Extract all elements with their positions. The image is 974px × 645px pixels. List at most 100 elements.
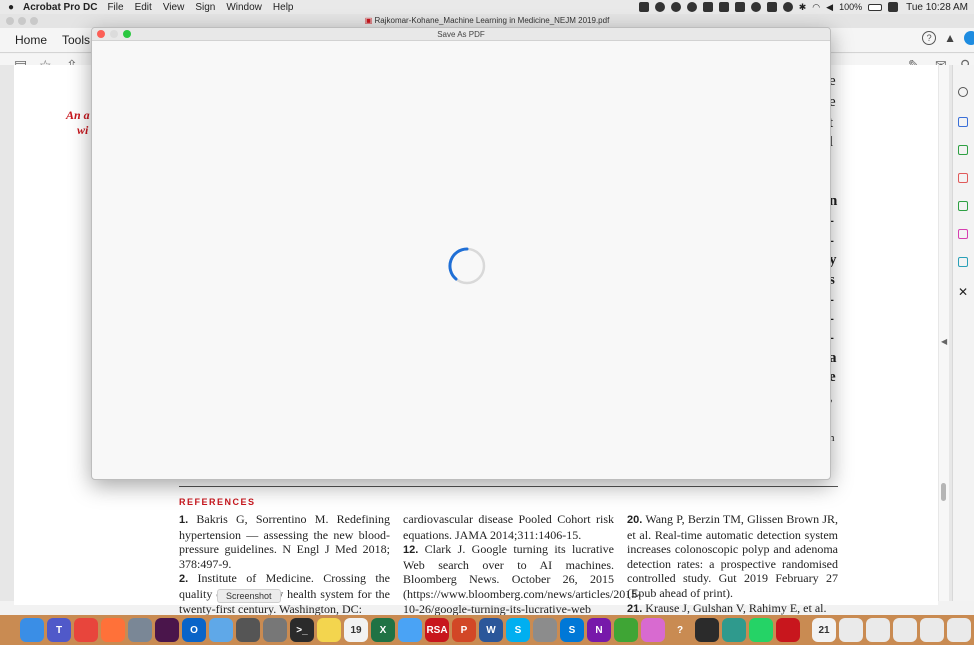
doc-thumb-1-icon[interactable] xyxy=(839,618,863,642)
right-tools-pane: ✕ ◀ xyxy=(941,65,974,601)
teams-icon[interactable]: T xyxy=(47,618,71,642)
whatsapp-icon[interactable] xyxy=(749,618,773,642)
cloud-icon[interactable] xyxy=(670,2,681,12)
launchpad-icon[interactable] xyxy=(128,618,152,642)
skype-icon[interactable]: S xyxy=(506,618,530,642)
acrobat-title-bar: ▣ Rajkomar-Kohane_Machine Learning in Me… xyxy=(0,14,974,28)
status-area: ✱ ◠ ◀ 100% Tue 10:28 AM xyxy=(638,0,968,14)
acrobat-window-controls xyxy=(6,17,38,25)
wrench-icon[interactable]: ✕ xyxy=(958,285,968,299)
minimize-button[interactable] xyxy=(18,17,26,25)
tab-home[interactable]: Home xyxy=(15,33,47,47)
menu-view[interactable]: View xyxy=(163,2,185,13)
volume-icon[interactable]: ◀ xyxy=(826,2,833,13)
reference-item: 21. Krause J, Gulshan V, Rahimy E, et al… xyxy=(627,600,827,615)
battery-icon[interactable] xyxy=(868,3,883,11)
menu-bar: ● Acrobat Pro DC File Edit View Sign Win… xyxy=(0,0,974,14)
vpn-icon[interactable] xyxy=(686,2,697,12)
notes-icon[interactable] xyxy=(317,618,341,642)
menu-edit[interactable]: Edit xyxy=(135,2,152,13)
collapse-pane-arrow-icon[interactable]: ◀ xyxy=(941,337,947,346)
slack-icon[interactable] xyxy=(155,618,179,642)
excel-icon[interactable]: X xyxy=(371,618,395,642)
grammarly-icon[interactable] xyxy=(702,2,713,12)
menu-help[interactable]: Help xyxy=(273,2,294,13)
scan-ocr-icon[interactable] xyxy=(958,257,968,267)
help-icon[interactable]: ? xyxy=(668,618,692,642)
messages-icon[interactable] xyxy=(398,618,422,642)
time-machine-icon[interactable] xyxy=(782,2,793,12)
references-heading: REFERENCES xyxy=(179,497,256,507)
vertical-scrollbar[interactable] xyxy=(939,65,949,601)
pdf-file-icon: ▣ xyxy=(364,16,373,25)
onenote-icon[interactable]: N xyxy=(587,618,611,642)
save-as-pdf-dialog: Save As PDF xyxy=(91,27,831,480)
menu-file[interactable]: File xyxy=(107,2,123,13)
activity-icon[interactable] xyxy=(614,618,638,642)
notification-bell-icon[interactable]: ▲ xyxy=(944,31,956,45)
search-spotlight-icon[interactable] xyxy=(750,2,761,12)
system-preferences-icon[interactable] xyxy=(533,618,557,642)
activity-monitor-icon[interactable] xyxy=(695,618,719,642)
menu-extra-icon[interactable] xyxy=(638,2,649,12)
shield-icon[interactable] xyxy=(654,2,665,12)
reference-item: 20. Wang P, Berzin TM, Glissen Brown JR,… xyxy=(627,512,838,600)
comment-icon[interactable] xyxy=(958,87,968,97)
mail-icon[interactable] xyxy=(209,618,233,642)
create-pdf-icon[interactable] xyxy=(958,173,968,183)
doc-thumb-4-icon[interactable] xyxy=(920,618,944,642)
chrome-icon[interactable] xyxy=(74,618,98,642)
reference-item: cardiovascular disease Pooled Cohort ris… xyxy=(403,512,614,542)
dialog-minimize-button[interactable] xyxy=(110,30,118,38)
lock-icon[interactable] xyxy=(734,2,745,12)
menu-sign[interactable]: Sign xyxy=(195,2,215,13)
doc-thumb-3-icon[interactable] xyxy=(893,618,917,642)
reference-item: 2. Institute of Medicine. Crossing the q… xyxy=(179,571,390,616)
rsa-securid-icon[interactable]: RSA xyxy=(425,618,449,642)
apple-menu-icon[interactable]: ● xyxy=(4,2,18,13)
powerpoint-icon[interactable]: P xyxy=(452,618,476,642)
fill-sign-icon[interactable] xyxy=(958,201,968,211)
finder-icon[interactable] xyxy=(20,618,44,642)
acrobat-top-right-icons: ? ▲ xyxy=(922,31,974,45)
edit-pdf-icon[interactable] xyxy=(958,145,968,155)
edge-icon[interactable] xyxy=(722,618,746,642)
tab-tools[interactable]: Tools xyxy=(62,33,90,47)
help-icon[interactable]: ? xyxy=(922,31,937,45)
calculator-icon[interactable] xyxy=(236,618,260,642)
terminal-icon[interactable]: >_ xyxy=(290,618,314,642)
dialog-close-button[interactable] xyxy=(97,30,105,38)
export-pdf-icon[interactable] xyxy=(958,117,968,127)
firefox-icon[interactable] xyxy=(101,618,125,642)
clock[interactable]: Tue 10:28 AM xyxy=(906,2,968,13)
malwarebytes-icon[interactable] xyxy=(718,2,729,12)
word-icon[interactable]: W xyxy=(479,618,503,642)
zoom-button[interactable] xyxy=(30,17,38,25)
calendar-doc-icon[interactable]: 21 xyxy=(812,618,836,642)
bluetooth-icon[interactable]: ✱ xyxy=(799,2,807,13)
menu-window[interactable]: Window xyxy=(226,2,262,13)
dialog-title: Save As PDF xyxy=(437,30,485,39)
intro-text-fragment: An a xyxy=(66,108,90,122)
outlook-icon[interactable]: O xyxy=(182,618,206,642)
app-name-menu[interactable]: Acrobat Pro DC xyxy=(23,2,97,13)
battery-percent[interactable]: 100% xyxy=(839,2,862,12)
doc-thumb-2-icon[interactable] xyxy=(866,618,890,642)
dialog-title-bar: Save As PDF xyxy=(92,28,830,41)
loading-spinner-icon xyxy=(448,247,486,285)
screenshot-icon[interactable] xyxy=(263,618,287,642)
user-icon[interactable] xyxy=(888,2,899,12)
wifi-icon[interactable]: ◠ xyxy=(812,2,820,13)
organize-pages-icon[interactable] xyxy=(958,229,968,239)
close-button[interactable] xyxy=(6,17,14,25)
airplay-icon[interactable] xyxy=(766,2,777,12)
dialog-zoom-button[interactable] xyxy=(123,30,131,38)
account-avatar[interactable] xyxy=(964,31,974,45)
skype-business-icon[interactable]: S xyxy=(560,618,584,642)
screenshot-tooltip: Screenshot xyxy=(217,589,281,603)
color-picker-icon[interactable] xyxy=(641,618,665,642)
calendar-icon[interactable]: 19 xyxy=(344,618,368,642)
doc-thumb-5-icon[interactable] xyxy=(947,618,971,642)
acrobat-icon[interactable] xyxy=(776,618,800,642)
scrollbar-thumb[interactable] xyxy=(941,483,946,501)
